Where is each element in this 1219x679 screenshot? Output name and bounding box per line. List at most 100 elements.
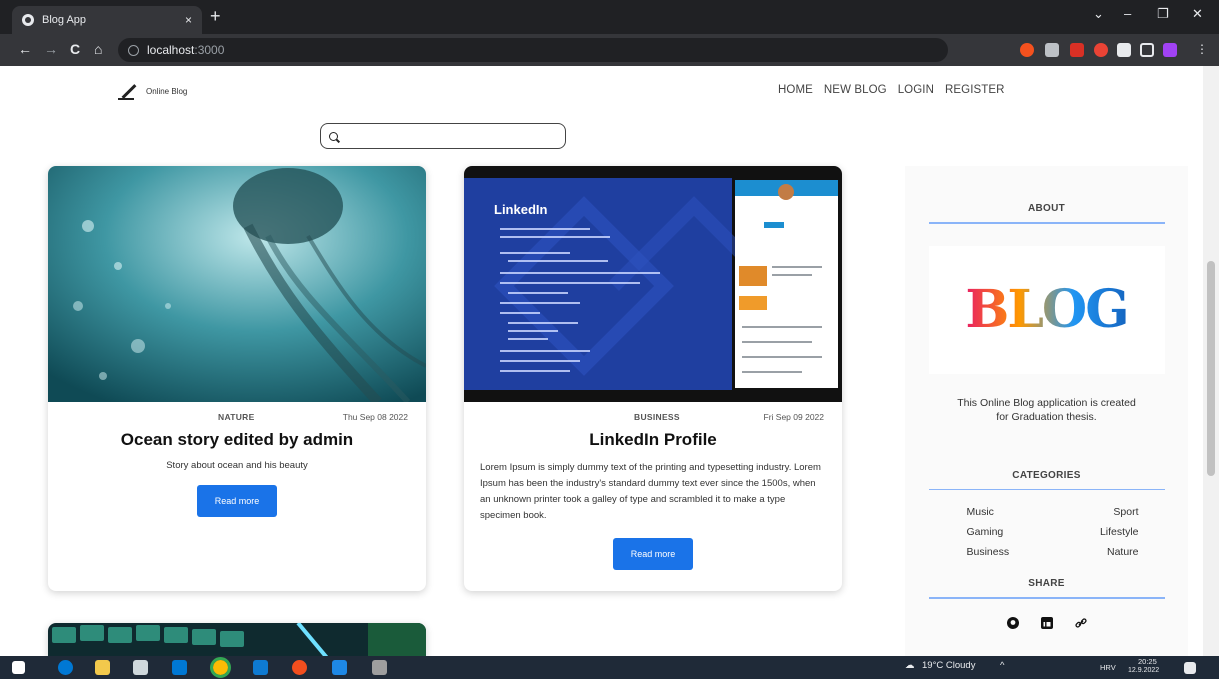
linkedin-icon[interactable]	[1040, 616, 1053, 629]
mail-icon[interactable]	[172, 660, 187, 675]
store-icon[interactable]	[133, 660, 148, 675]
category-link[interactable]: Sport	[1047, 506, 1147, 518]
paint-icon[interactable]	[372, 660, 387, 675]
search-icon	[329, 131, 338, 141]
language-indicator[interactable]: HRV	[1100, 663, 1116, 672]
share-title: SHARE	[1028, 578, 1065, 589]
github-icon[interactable]	[1006, 616, 1019, 629]
category-link[interactable]: Lifestyle	[1047, 526, 1147, 538]
blog-logo-text: BLOG	[965, 279, 1129, 340]
main-nav: HOME NEW BLOG LOGIN REGISTER	[778, 84, 1005, 96]
menu-icon[interactable]: ⋮	[1196, 41, 1208, 57]
extension-icon[interactable]	[1020, 43, 1034, 57]
read-more-button[interactable]: Read more	[197, 485, 277, 517]
file-explorer-icon[interactable]	[95, 660, 110, 675]
category-link[interactable]: Music	[947, 506, 1047, 518]
edge-icon[interactable]	[58, 660, 73, 675]
about-title: ABOUT	[1027, 203, 1066, 214]
extension-icon[interactable]	[1045, 43, 1059, 57]
post-image[interactable]	[48, 623, 426, 656]
notification-icon[interactable]	[1184, 662, 1196, 674]
post-meta: BUSINESS Fri Sep 09 2022	[464, 412, 842, 422]
maximize-button[interactable]: ❐	[1157, 6, 1169, 22]
post-card: LinkedIn BUSINESS Fri Sep 09 2022 Linked…	[464, 166, 842, 591]
post-card: NATURE Thu Sep 08 2022 Ocean story edite…	[48, 166, 426, 591]
slide-heading: LinkedIn	[494, 202, 548, 217]
address-bar[interactable]: localhost:3000	[118, 38, 948, 62]
divider	[928, 222, 1165, 224]
post-category[interactable]: NATURE	[218, 412, 255, 422]
side-panel-icon[interactable]	[1140, 43, 1154, 57]
link-icon[interactable]	[1074, 617, 1087, 629]
nav-home[interactable]: HOME	[778, 84, 813, 96]
tab-title: Blog App	[42, 14, 87, 26]
nav-register[interactable]: REGISTER	[945, 84, 1005, 96]
nav-new-blog[interactable]: NEW BLOG	[824, 84, 887, 96]
browser-tab[interactable]: Blog App ×	[12, 6, 202, 34]
nav-login[interactable]: LOGIN	[898, 84, 934, 96]
browser-toolbar: ← → C ⌂ localhost:3000 ⋮	[0, 34, 1219, 66]
scrollbar-thumb[interactable]	[1207, 261, 1215, 476]
browser-titlebar: Blog App × + ⌄ – ❐ ✕	[0, 0, 1219, 34]
read-more-button[interactable]: Read more	[613, 538, 693, 570]
category-link[interactable]: Business	[947, 546, 1047, 558]
logo-text: Online Blog	[146, 86, 188, 96]
about-text: This Online Blog application is created …	[957, 396, 1136, 423]
back-button[interactable]: ←	[18, 41, 32, 57]
app-icon[interactable]	[332, 660, 347, 675]
divider	[928, 597, 1165, 599]
puzzle-icon[interactable]	[1117, 43, 1131, 57]
postman-icon[interactable]	[292, 660, 307, 675]
site-info-icon[interactable]	[128, 44, 139, 56]
windows-start-icon[interactable]	[12, 661, 25, 674]
pen-icon	[118, 82, 136, 100]
clock-date[interactable]: 12.9.2022	[1128, 667, 1159, 674]
post-title[interactable]: LinkedIn Profile	[464, 430, 842, 450]
post-image[interactable]: LinkedIn	[464, 166, 842, 402]
url-port: :3000	[194, 43, 225, 57]
tab-close-icon[interactable]: ×	[185, 13, 192, 27]
post-description: Story about ocean and his beauty	[166, 460, 308, 471]
divider	[928, 488, 1165, 490]
chrome-icon[interactable]	[210, 657, 231, 678]
post-category[interactable]: BUSINESS	[634, 412, 680, 422]
category-list: Music Sport Gaming Lifestyle Business Na…	[947, 506, 1147, 558]
post-date: Fri Sep 09 2022	[763, 412, 824, 422]
new-tab-button[interactable]: +	[210, 7, 221, 25]
page-scrollbar[interactable]	[1203, 66, 1219, 656]
search-input[interactable]	[344, 130, 544, 142]
extension-icon[interactable]	[1070, 43, 1084, 57]
post-image[interactable]	[48, 166, 426, 402]
search-box[interactable]	[320, 123, 566, 149]
profile-avatar[interactable]	[1163, 43, 1177, 57]
categories-title: CATEGORIES	[1012, 469, 1081, 481]
extension-icon[interactable]	[1094, 43, 1108, 57]
post-date: Thu Sep 08 2022	[342, 412, 408, 422]
url-host: localhost	[147, 43, 195, 57]
weather-icon[interactable]: ☁	[905, 660, 915, 671]
post-meta: NATURE Thu Sep 08 2022	[48, 412, 426, 422]
close-window-button[interactable]: ✕	[1192, 6, 1203, 22]
post-title[interactable]: Ocean story edited by admin	[48, 430, 426, 450]
post-card	[48, 623, 426, 656]
minimize-button[interactable]: –	[1124, 6, 1131, 21]
jellyfish-image	[48, 166, 426, 402]
vscode-icon[interactable]	[253, 660, 268, 675]
weather-text[interactable]: 19°C Cloudy	[922, 660, 975, 671]
linkedin-slide-image: LinkedIn	[464, 166, 842, 402]
web-page: Online Blog HOME NEW BLOG LOGIN REGISTER	[0, 66, 1203, 656]
home-button[interactable]: ⌂	[94, 41, 102, 57]
post-description: Lorem Ipsum is simply dummy text of the …	[480, 462, 821, 521]
globe-icon	[22, 14, 34, 26]
site-logo[interactable]: Online Blog	[118, 82, 187, 100]
sidebar: ABOUT BLOG This Online Blog application …	[905, 166, 1188, 656]
category-link[interactable]: Gaming	[947, 526, 1047, 538]
category-link[interactable]: Nature	[1047, 546, 1147, 558]
reload-button[interactable]: C	[70, 41, 80, 57]
tab-search-icon[interactable]: ⌄	[1093, 6, 1104, 22]
forward-button[interactable]: →	[44, 41, 58, 57]
about-image: BLOG	[928, 245, 1165, 374]
keyboard-image	[48, 623, 426, 656]
clock-time[interactable]: 20:25	[1138, 657, 1157, 666]
tray-chevron-icon[interactable]: ^	[1000, 660, 1004, 671]
